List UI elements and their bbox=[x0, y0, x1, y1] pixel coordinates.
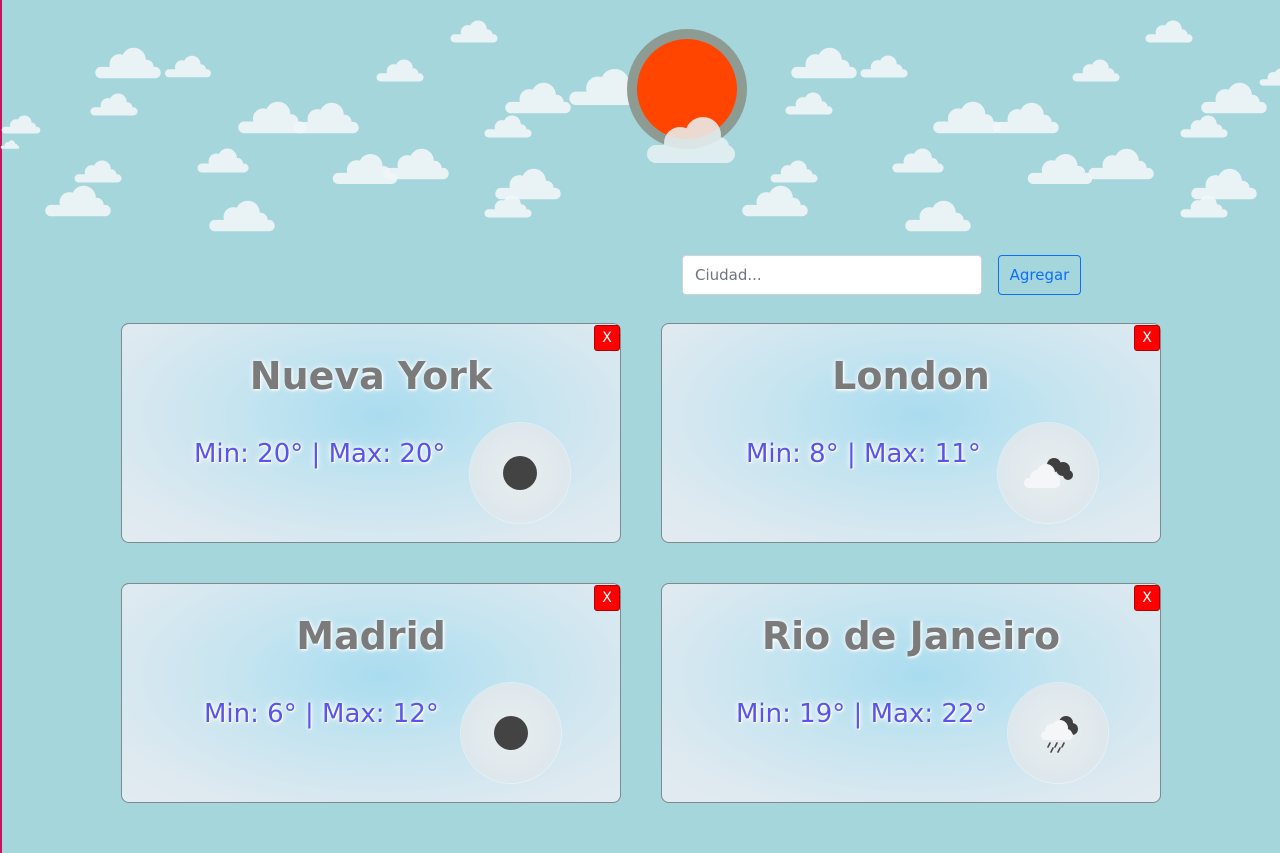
temperature-range: Min: 20° | Max: 20° bbox=[194, 439, 445, 469]
max-label: Max: bbox=[870, 699, 934, 729]
cloud-icon bbox=[88, 93, 140, 116]
cloud-icon bbox=[374, 59, 426, 82]
cloudy-icon bbox=[1024, 458, 1073, 488]
cloud-icon bbox=[448, 20, 500, 43]
cloud-icon bbox=[0, 115, 42, 134]
max-value: 22° bbox=[941, 699, 988, 729]
cloud-icon bbox=[92, 47, 164, 79]
min-value: 19° bbox=[799, 699, 846, 729]
max-value: 12° bbox=[392, 699, 439, 729]
temperature-range: Min: 8° | Max: 11° bbox=[746, 439, 981, 469]
weather-icon-bubble bbox=[1008, 683, 1108, 783]
cloud-icon bbox=[783, 92, 835, 115]
remove-city-button[interactable]: X bbox=[594, 585, 620, 611]
city-name: Nueva York bbox=[249, 354, 493, 398]
min-value: 6° bbox=[267, 699, 297, 729]
cloud-icon bbox=[990, 102, 1062, 134]
cloud-icon bbox=[195, 148, 251, 173]
cloud-icon bbox=[482, 195, 534, 218]
cloud-icon bbox=[380, 148, 452, 180]
cloud-icon bbox=[42, 185, 114, 217]
cloud-icon bbox=[1178, 195, 1230, 218]
city-name: Rio de Janeiro bbox=[761, 614, 1061, 658]
cloud-icon bbox=[1085, 148, 1157, 180]
cloud-icon bbox=[902, 200, 974, 232]
weather-icon-bubble bbox=[470, 423, 570, 523]
cloud-icon bbox=[482, 115, 534, 138]
cloud-icon bbox=[290, 102, 362, 134]
min-label: Min: bbox=[736, 699, 791, 729]
min-label: Min: bbox=[194, 439, 249, 469]
cloud-icon bbox=[890, 148, 946, 173]
dark-dot-icon bbox=[503, 456, 537, 490]
weather-icon-bubble bbox=[998, 423, 1098, 523]
cloud-icon bbox=[206, 200, 278, 232]
cloud-icon bbox=[163, 55, 213, 78]
cloud-icon bbox=[0, 140, 20, 149]
max-label: Max: bbox=[328, 439, 392, 469]
cloud-icon bbox=[72, 160, 124, 183]
weather-card-rio-de-janeiro: Rio de Janeiro Min: 19° | Max: 22° X bbox=[661, 583, 1161, 803]
min-label: Min: bbox=[746, 439, 801, 469]
max-value: 11° bbox=[934, 439, 981, 469]
max-label: Max: bbox=[322, 699, 385, 729]
rain-cloud-icon bbox=[1041, 716, 1078, 753]
cloud-icon bbox=[1198, 82, 1270, 114]
city-name: London bbox=[832, 354, 990, 398]
temperature-range: Min: 6° | Max: 12° bbox=[204, 699, 439, 729]
cloud-icon bbox=[1258, 68, 1280, 86]
add-city-button[interactable]: Agregar bbox=[998, 255, 1081, 295]
remove-city-button[interactable]: X bbox=[1134, 585, 1160, 611]
weather-icon-bubble bbox=[461, 683, 561, 783]
cloud-icon bbox=[739, 185, 811, 217]
cloud-icon bbox=[645, 115, 740, 165]
min-value: 8° bbox=[809, 439, 839, 469]
weather-card-london: London Min: 8° | Max: 11° X bbox=[661, 323, 1161, 543]
separator: | bbox=[304, 699, 314, 729]
min-label: Min: bbox=[204, 699, 259, 729]
cloud-icon bbox=[858, 55, 910, 78]
temperature-range: Min: 19° | Max: 22° bbox=[736, 699, 987, 729]
dark-dot-icon bbox=[494, 716, 528, 750]
cloud-icon bbox=[768, 160, 820, 183]
cloud-icon bbox=[1070, 59, 1122, 82]
weather-card-nueva-york: Nueva York Min: 20° | Max: 20° X bbox=[121, 323, 621, 543]
cloud-icon bbox=[502, 82, 574, 114]
remove-city-button[interactable]: X bbox=[594, 325, 620, 351]
cloud-icon bbox=[788, 47, 860, 79]
city-name: Madrid bbox=[296, 614, 446, 658]
weather-card-madrid: Madrid Min: 6° | Max: 12° X bbox=[121, 583, 621, 803]
max-label: Max: bbox=[864, 439, 927, 469]
cloud-icon bbox=[1178, 115, 1230, 138]
city-search-input[interactable] bbox=[682, 255, 982, 295]
separator: | bbox=[846, 439, 856, 469]
separator: | bbox=[853, 699, 863, 729]
separator: | bbox=[311, 439, 321, 469]
max-value: 20° bbox=[399, 439, 446, 469]
cloud-icon bbox=[1143, 20, 1195, 43]
min-value: 20° bbox=[257, 439, 304, 469]
remove-city-button[interactable]: X bbox=[1134, 325, 1160, 351]
